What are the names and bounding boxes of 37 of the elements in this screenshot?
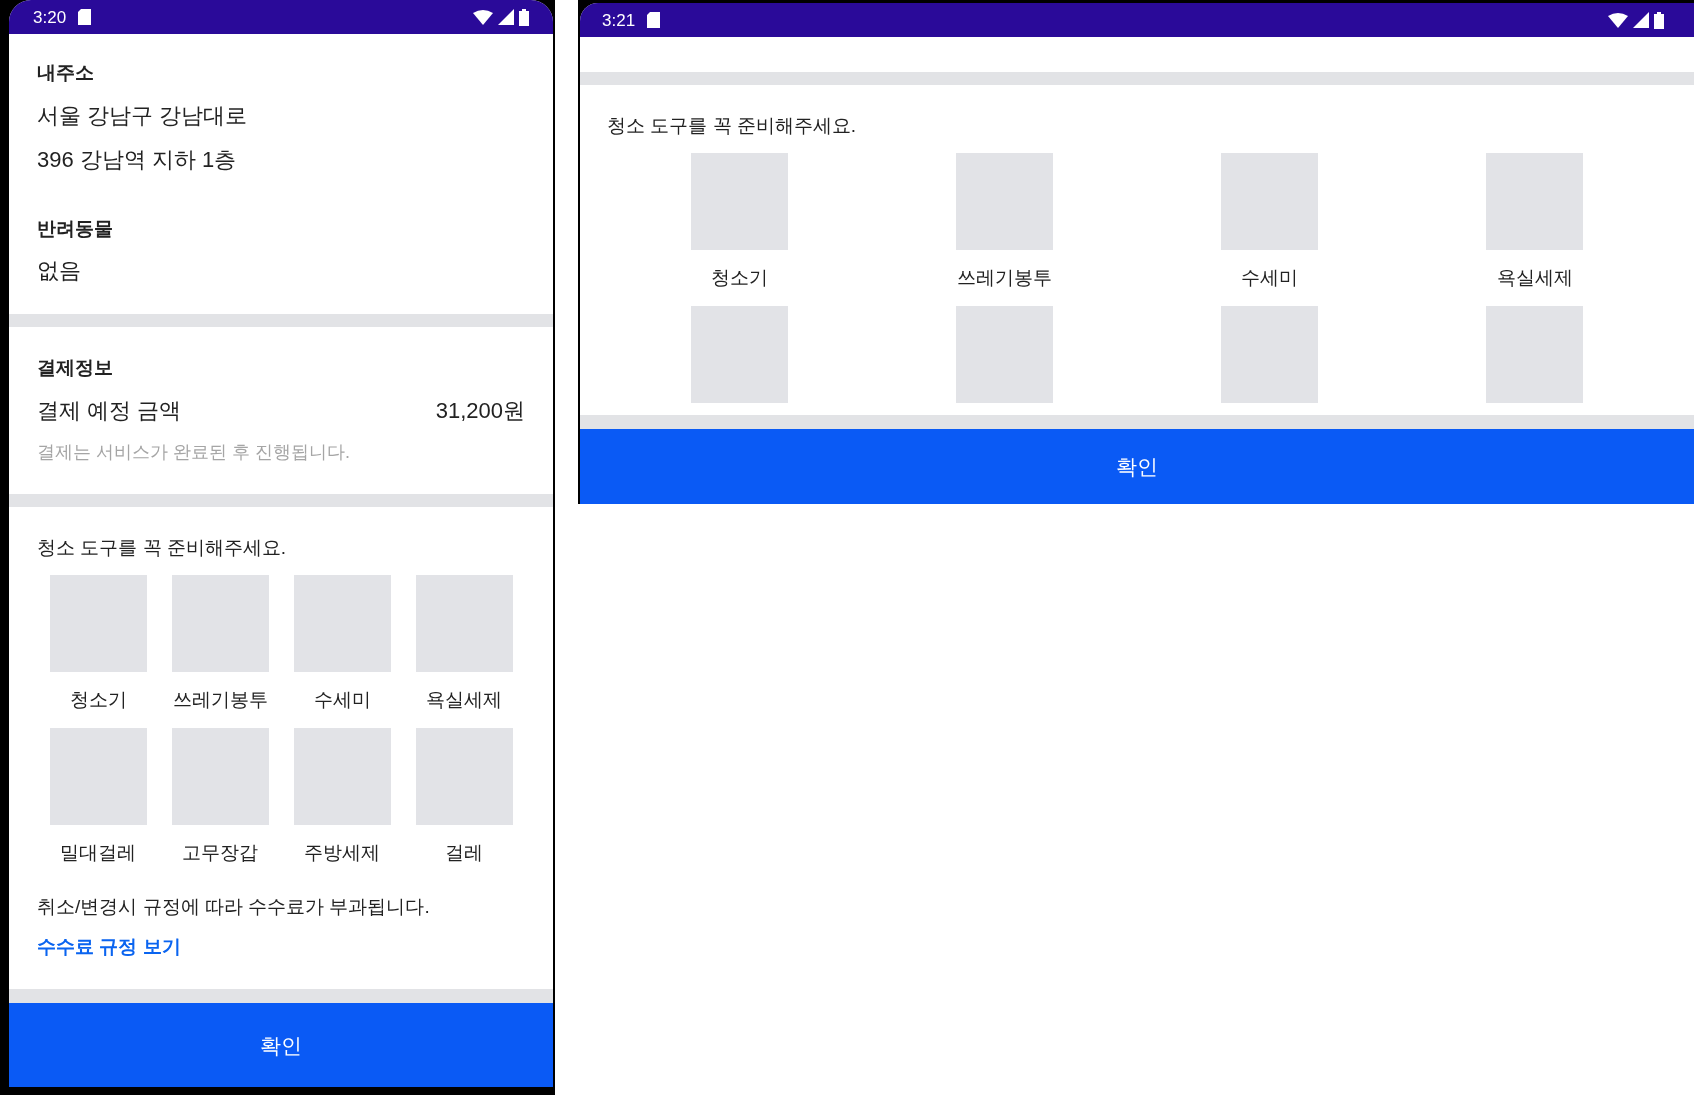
- battery-icon: [1654, 11, 1664, 29]
- sd-card-icon: [647, 12, 661, 28]
- tool-label: 밀대걸레: [60, 841, 136, 865]
- tool-label: 주방세제: [304, 841, 380, 865]
- section-title: 반려동물: [37, 217, 114, 241]
- tool-label: 수세미: [1241, 266, 1298, 290]
- fee-notice: 취소/변경시 규정에 따라 수수료가 부과됩니다.: [37, 895, 431, 919]
- confirm-button[interactable]: 확인: [9, 1003, 553, 1087]
- tool-label: 청소기: [69, 688, 127, 712]
- tools-notice: 청소 도구를 꼭 준비해주세요.: [37, 536, 288, 560]
- tool-label: 고무장갑: [182, 841, 258, 865]
- wifi-icon: [473, 9, 493, 25]
- signal-icon: [1633, 12, 1649, 28]
- section-title: 결제정보: [37, 356, 114, 380]
- payment-note: 결제는 서비스가 완료된 후 진행됩니다.: [37, 441, 351, 464]
- tool-label: 수세미: [313, 688, 371, 712]
- signal-icon: [498, 9, 514, 25]
- address-line: 서울 강남구 강남대로: [37, 102, 249, 130]
- wifi-icon: [1608, 12, 1628, 28]
- confirm-button[interactable]: 확인: [580, 429, 1694, 504]
- tool-label: 청소기: [711, 266, 768, 290]
- battery-icon: [519, 8, 529, 26]
- tool-label: 쓰레기봉투: [957, 266, 1052, 290]
- status-time: 3:21: [602, 11, 636, 29]
- pet-value: 없음: [37, 257, 82, 285]
- status-time: 3:20: [33, 8, 67, 26]
- amount-label: 결제 예정 금액: [37, 397, 182, 425]
- amount-value: 31,200원: [435, 397, 525, 425]
- fee-policy-link[interactable]: 수수료 규정 보기: [37, 933, 181, 961]
- sd-card-icon: [78, 9, 92, 25]
- address-line: 396 강남역 지하 1층: [37, 146, 238, 174]
- tool-label: 욕실세제: [426, 688, 502, 712]
- section-title: 내주소: [37, 61, 95, 85]
- tool-label: 쓰레기봉투: [172, 688, 268, 712]
- tool-label: 걸레: [445, 841, 483, 865]
- tools-notice: 청소 도구를 꼭 준비해주세요.: [607, 114, 858, 138]
- tool-label: 욕실세제: [1496, 266, 1573, 290]
